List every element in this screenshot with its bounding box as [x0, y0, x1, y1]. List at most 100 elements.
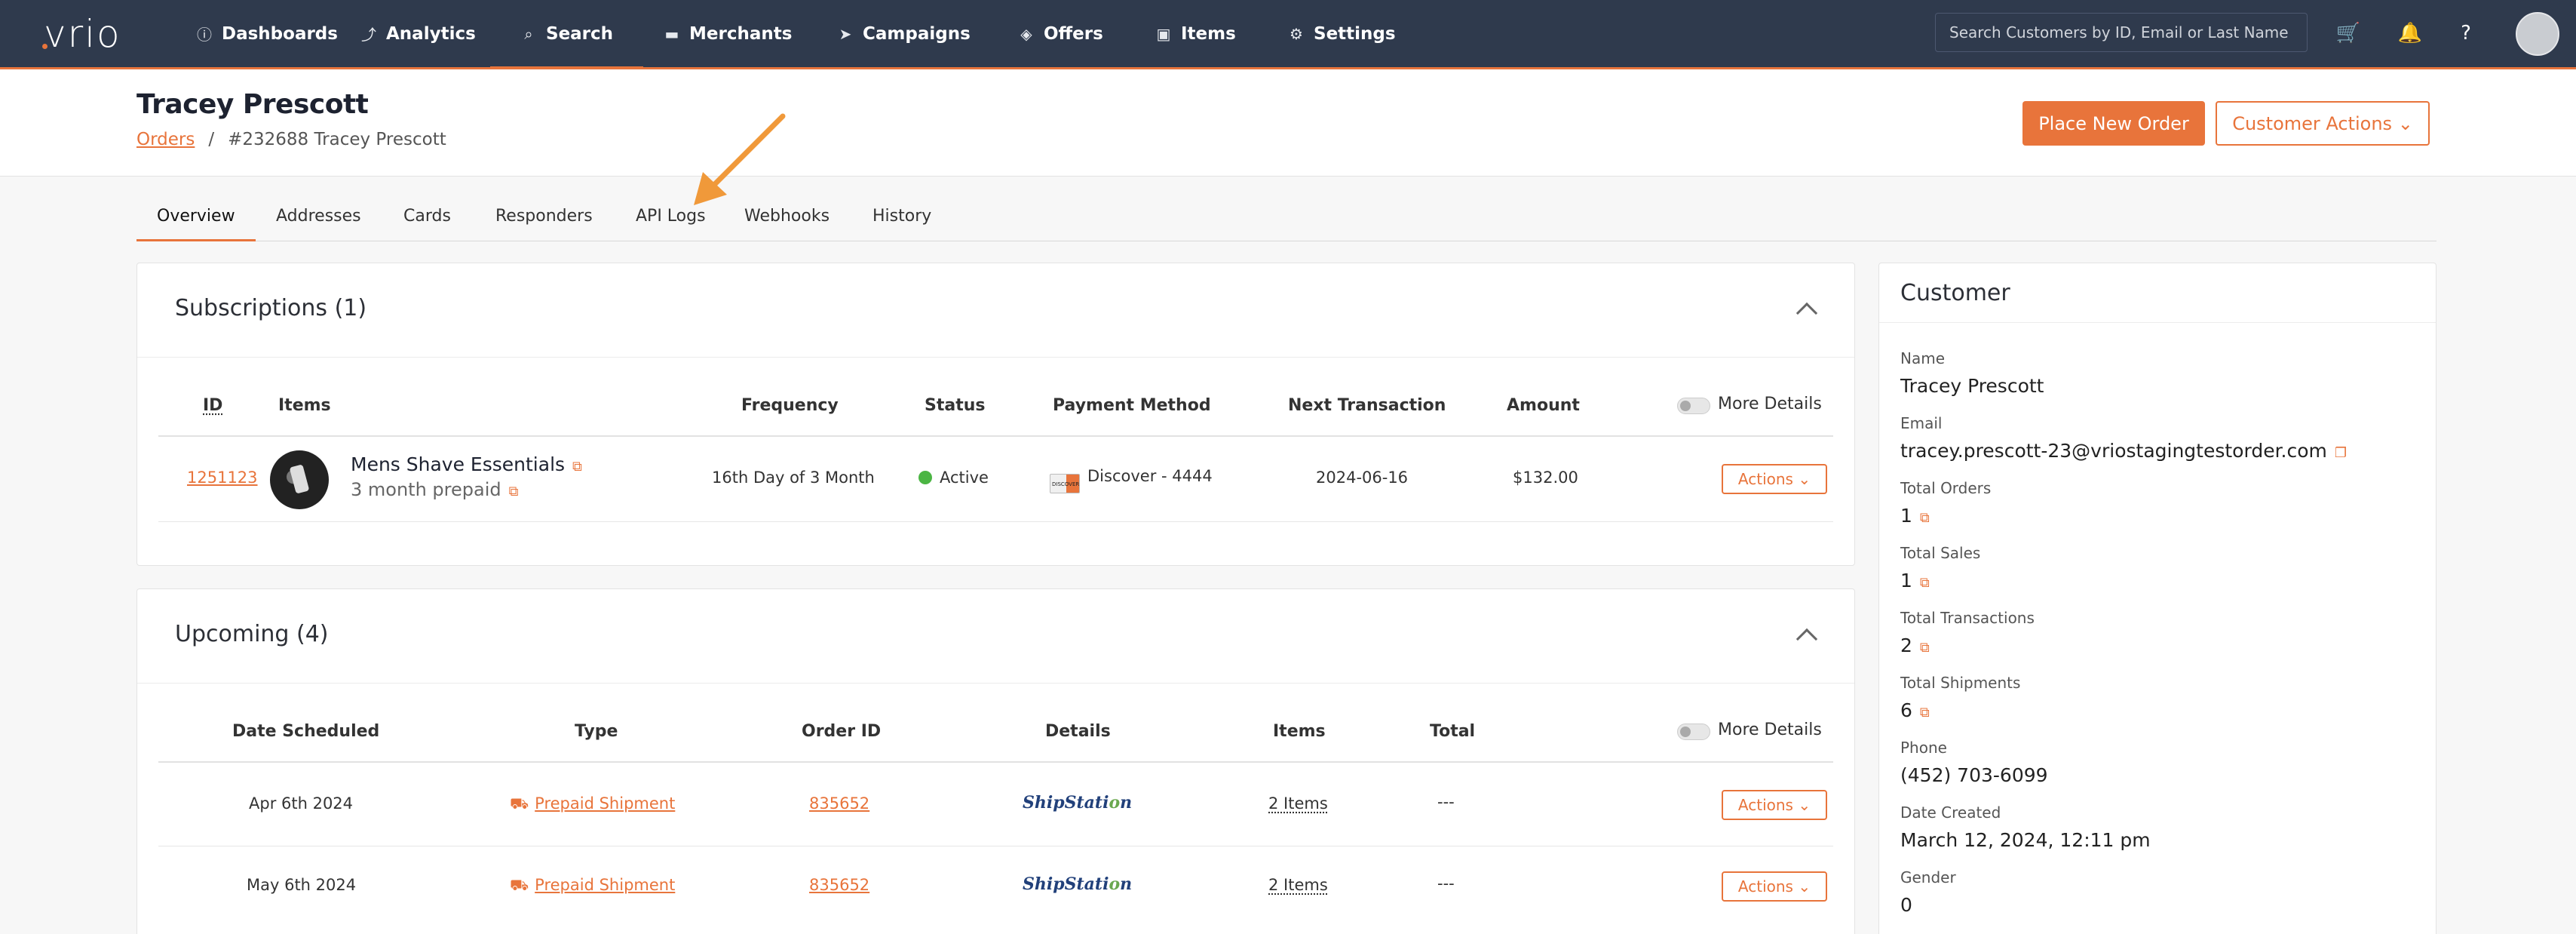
- prepaid-shipment-link[interactable]: Prepaid Shipment: [535, 794, 675, 813]
- shipstation-logo: ShipStation: [1023, 874, 1133, 894]
- items-count[interactable]: 2 Items: [1268, 876, 1328, 894]
- total-transactions-row: 2 ⧉: [1900, 634, 1930, 656]
- col-type: Type: [575, 722, 618, 741]
- col-details: Details: [1045, 722, 1111, 741]
- phone-label: Phone: [1900, 739, 1947, 757]
- external-link-icon[interactable]: ⧉: [1920, 640, 1930, 656]
- nav-dashboards[interactable]: ⓘ Dashboards: [196, 0, 338, 67]
- bell-icon[interactable]: 🔔: [2397, 20, 2424, 47]
- card-divider: [1879, 322, 2436, 323]
- nav-settings[interactable]: ⚙ Settings: [1288, 0, 1396, 67]
- external-link-icon[interactable]: ⧉: [509, 484, 519, 499]
- nav-label: Settings: [1314, 23, 1396, 44]
- subscription-id-link[interactable]: 1251123: [187, 469, 258, 487]
- tab-bar: Overview Addresses Cards Responders API …: [136, 196, 2436, 241]
- external-link-icon[interactable]: ⧉: [1920, 575, 1930, 591]
- page-title: Tracey Prescott: [136, 89, 369, 120]
- customer-search-input[interactable]: [1936, 14, 2307, 51]
- order-id-link[interactable]: 835652: [809, 794, 869, 813]
- vrio-logo[interactable]: vrio: [42, 12, 121, 56]
- order-id-link[interactable]: 835652: [809, 876, 869, 894]
- copy-icon[interactable]: ❐: [2335, 445, 2347, 461]
- type-cell: ⛟ Prepaid Shipment: [510, 794, 675, 815]
- upcoming-actions-button[interactable]: Actions ⌄: [1722, 871, 1827, 902]
- nav-offers[interactable]: ◈ Offers: [1018, 0, 1103, 67]
- tab-overview[interactable]: Overview: [136, 207, 256, 241]
- tab-cards[interactable]: Cards: [403, 207, 451, 226]
- tab-responders[interactable]: Responders: [495, 207, 593, 226]
- top-navbar: vrio ⓘ Dashboards ⤴ Analytics ⌕ Search ▬ Mer…: [0, 0, 2576, 69]
- cart-icon[interactable]: 🛒: [2335, 20, 2362, 47]
- product-name-row: Mens Shave Essentials ⧉: [351, 453, 582, 475]
- nav-analytics[interactable]: ⤴ Analytics: [360, 0, 476, 67]
- items-count[interactable]: 2 Items: [1268, 794, 1328, 813]
- nav-label: Dashboards: [222, 23, 338, 44]
- nav-label: Campaigns: [863, 23, 971, 44]
- col-id[interactable]: ID: [203, 396, 222, 415]
- table-header-divider: [158, 435, 1833, 437]
- tab-history[interactable]: History: [872, 207, 931, 226]
- breadcrumb-orders-link[interactable]: Orders: [136, 130, 195, 149]
- truck-icon: ⛟: [510, 794, 529, 813]
- date-scheduled-value: May 6th 2024: [247, 876, 357, 894]
- customer-search: [1935, 13, 2308, 52]
- next-transaction-value: 2024-06-16: [1316, 469, 1409, 487]
- table-header-divider: [158, 761, 1833, 763]
- dashboard-icon: ⓘ: [197, 26, 212, 44]
- active-status-dot: [918, 471, 932, 484]
- place-new-order-button[interactable]: Place New Order: [2022, 101, 2205, 146]
- nav-label: Search: [546, 23, 614, 44]
- date-created-label: Date Created: [1900, 803, 2001, 822]
- tab-addresses[interactable]: Addresses: [276, 207, 361, 226]
- col-status: Status: [925, 396, 986, 415]
- product-name[interactable]: Mens Shave Essentials: [351, 453, 565, 475]
- items-box-icon: ▣: [1156, 24, 1171, 43]
- prepaid-shipment-link[interactable]: Prepaid Shipment: [535, 876, 675, 894]
- col-order-id: Order ID: [802, 722, 882, 741]
- payment-value: Discover - 4444: [1087, 467, 1213, 485]
- nav-search[interactable]: ⌕ Search: [489, 0, 644, 69]
- external-link-icon[interactable]: ⧉: [1920, 510, 1930, 526]
- user-avatar[interactable]: [2516, 12, 2559, 56]
- merchant-card-icon: ▬: [664, 24, 679, 43]
- gender-value: 0: [1900, 894, 1912, 916]
- amount-value: $132.00: [1513, 469, 1578, 487]
- col-frequency: Frequency: [741, 396, 839, 415]
- product-thumbnail: [270, 450, 329, 509]
- total-sales-label: Total Sales: [1900, 544, 1981, 562]
- collapse-chevron-icon[interactable]: [1796, 628, 1818, 650]
- product-plan-row: 3 month prepaid ⧉: [351, 479, 518, 500]
- upcoming-title: Upcoming (4): [175, 621, 329, 647]
- external-link-icon[interactable]: ⧉: [1920, 705, 1930, 720]
- total-orders-label: Total Orders: [1900, 479, 1992, 497]
- total-value: ---: [1437, 793, 1455, 811]
- total-orders-row: 1 ⧉: [1900, 505, 1930, 527]
- subscription-actions-button[interactable]: Actions ⌄: [1722, 464, 1827, 494]
- breadcrumb-current: #232688 Tracey Prescott: [228, 130, 446, 149]
- breadcrumb-separator: /: [208, 130, 215, 149]
- card-divider: [137, 357, 1854, 358]
- upcoming-actions-button[interactable]: Actions ⌄: [1722, 790, 1827, 820]
- col-total: Total: [1430, 722, 1476, 741]
- customer-actions-button[interactable]: Customer Actions ⌄: [2216, 101, 2430, 146]
- customer-panel: Customer Name Tracey Prescott Email trac…: [1878, 263, 2436, 934]
- external-link-icon[interactable]: ⧉: [572, 459, 582, 475]
- email-label: Email: [1900, 414, 1943, 432]
- total-shipments-value: 6: [1900, 699, 1912, 721]
- logo-dot: [42, 44, 48, 49]
- nav-campaigns[interactable]: ➤ Campaigns: [837, 0, 971, 67]
- shipstation-logo: ShipStation: [1023, 793, 1133, 813]
- nav-label: Analytics: [386, 23, 476, 44]
- help-icon[interactable]: ?: [2452, 20, 2479, 47]
- subscriptions-card: Subscriptions (1) ID Items Frequency Sta…: [136, 263, 1855, 566]
- discover-card-icon: DISCOVER: [1050, 474, 1080, 493]
- shipstation-logo-accent: o: [1109, 874, 1121, 894]
- nav-label: Merchants: [689, 23, 793, 44]
- total-sales-value: 1: [1900, 570, 1912, 591]
- nav-items[interactable]: ▣ Items: [1155, 0, 1236, 67]
- collapse-chevron-icon[interactable]: [1796, 302, 1818, 324]
- more-details-toggle[interactable]: [1677, 398, 1710, 414]
- nav-merchants[interactable]: ▬ Merchants: [664, 0, 793, 67]
- col-payment-method: Payment Method: [1053, 396, 1211, 415]
- more-details-toggle[interactable]: [1677, 724, 1710, 740]
